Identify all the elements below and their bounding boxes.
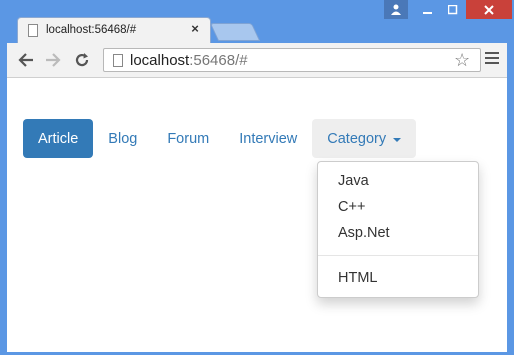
dropdown-item-html[interactable]: HTML — [318, 265, 478, 291]
user-profile-button[interactable] — [384, 0, 408, 19]
page-content: Article Blog Forum Interview Category Ja… — [7, 78, 507, 352]
browser-window: localhost:56468/# × localhost:56468/# ☆ … — [0, 0, 514, 355]
browser-toolbar: localhost:56468/# ☆ — [7, 43, 507, 78]
page-icon — [113, 54, 123, 67]
category-label: Category — [327, 130, 387, 147]
dropdown-divider — [318, 255, 478, 256]
new-tab-button[interactable] — [209, 23, 261, 41]
browser-menu-button[interactable] — [485, 52, 499, 68]
nav-item-forum[interactable]: Forum — [152, 119, 224, 158]
window-close-button[interactable] — [466, 0, 512, 19]
nav-item-interview[interactable]: Interview — [224, 119, 312, 158]
back-arrow-icon — [18, 53, 33, 67]
reload-button[interactable] — [72, 50, 92, 70]
user-icon — [391, 4, 401, 15]
dropdown-item-aspnet[interactable]: Asp.Net — [318, 220, 478, 246]
minimize-icon — [423, 11, 432, 14]
dropdown-item-cpp[interactable]: C++ — [318, 194, 478, 220]
tab-close-icon[interactable]: × — [188, 22, 202, 36]
forward-button[interactable] — [43, 50, 63, 70]
page-icon — [28, 24, 38, 37]
address-bar[interactable]: localhost:56468/# ☆ — [103, 48, 481, 72]
nav-item-article[interactable]: Article — [23, 119, 94, 158]
nav-pills: Article Blog Forum Interview Category — [23, 119, 417, 158]
back-button[interactable] — [16, 50, 36, 70]
url-text: localhost:56468/# — [130, 52, 248, 69]
url-path: :56468/# — [189, 52, 248, 69]
url-host: localhost — [130, 52, 190, 69]
caret-down-icon — [393, 137, 402, 142]
category-dropdown-toggle[interactable]: Category — [312, 119, 417, 158]
category-dropdown-menu: Java C++ Asp.Net HTML — [317, 161, 479, 298]
tab-title: localhost:56468/# — [46, 24, 137, 36]
maximize-icon — [448, 4, 458, 14]
bookmark-star-icon[interactable]: ☆ — [454, 50, 470, 70]
browser-tab[interactable]: localhost:56468/# × — [17, 17, 211, 44]
dropdown-item-java[interactable]: Java — [318, 168, 478, 194]
forward-arrow-icon — [46, 53, 61, 67]
minimize-button[interactable] — [416, 0, 440, 19]
close-icon — [484, 4, 494, 15]
maximize-button[interactable] — [440, 0, 466, 19]
reload-icon — [75, 53, 89, 67]
nav-item-blog[interactable]: Blog — [93, 119, 152, 158]
